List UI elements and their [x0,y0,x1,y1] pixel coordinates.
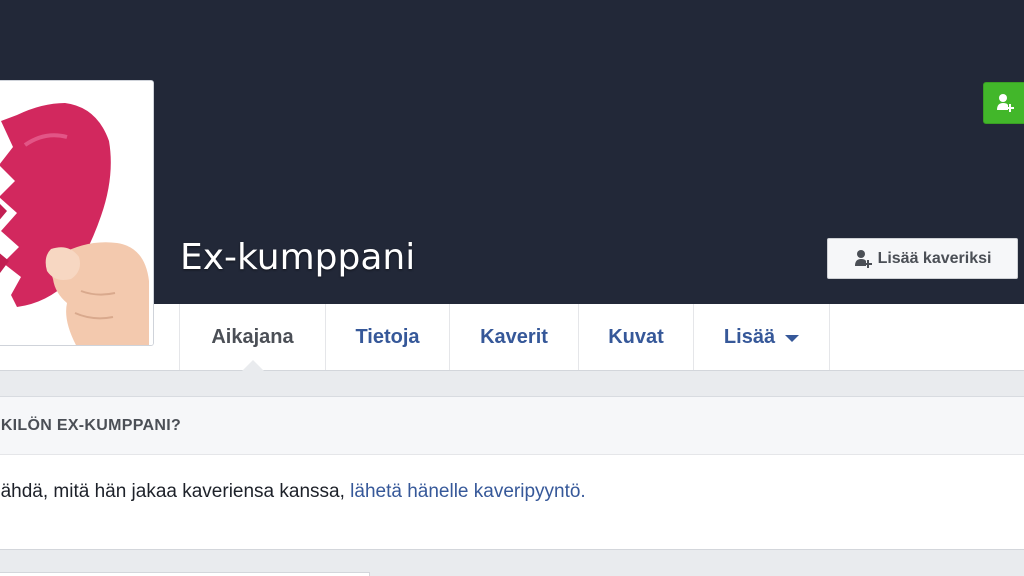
card-body: nähdä, mitä hän jakaa kaveriensa kanssa,… [0,455,1024,549]
tab-more[interactable]: Lisää [693,304,829,370]
tab-timeline[interactable]: Aikajana [179,304,325,371]
card-header: ENKILÖN EX-KUMPPANI? [0,397,1024,455]
broken-heart-image [0,81,153,345]
active-tab-pointer [241,360,264,371]
card-text: nähdä, mitä hän jakaa kaveriensa kanssa,… [0,481,586,503]
tab-label: Aikajana [211,325,294,348]
add-friend-button[interactable]: Lisää kaveriksi [827,238,1018,279]
tab-label: Tietoja [355,325,420,348]
question-prefix: ENKILÖN [0,416,53,434]
send-friend-request-link[interactable]: lähetä hänelle kaveripyyntö. [350,481,586,502]
know-person-card: ENKILÖN EX-KUMPPANI? nähdä, mitä hän jak… [0,396,1024,550]
add-friend-green-button[interactable] [983,82,1024,124]
caret-down-icon [785,335,800,342]
tab-photos[interactable]: Kuvat [578,304,693,370]
tab-label: Kuvat [608,325,664,348]
add-friend-icon [997,94,1014,112]
tab-label: Lisää [723,325,776,348]
add-friend-label: Lisää kaveriksi [877,249,992,267]
next-card-edge [0,572,370,576]
profile-name: Ex-kumppani [180,237,416,278]
tab-friends[interactable]: Kaverit [449,304,578,370]
question-name: EX-KUMPPANI? [56,416,182,434]
profile-picture[interactable] [0,80,154,346]
card-question: ENKILÖN EX-KUMPPANI? [0,417,181,435]
tab-label: Kaverit [480,325,548,348]
add-friend-icon [854,249,872,269]
tab-about[interactable]: Tietoja [325,304,449,370]
card-body-text: nähdä, mitä hän jakaa kaveriensa kanssa, [0,481,345,502]
